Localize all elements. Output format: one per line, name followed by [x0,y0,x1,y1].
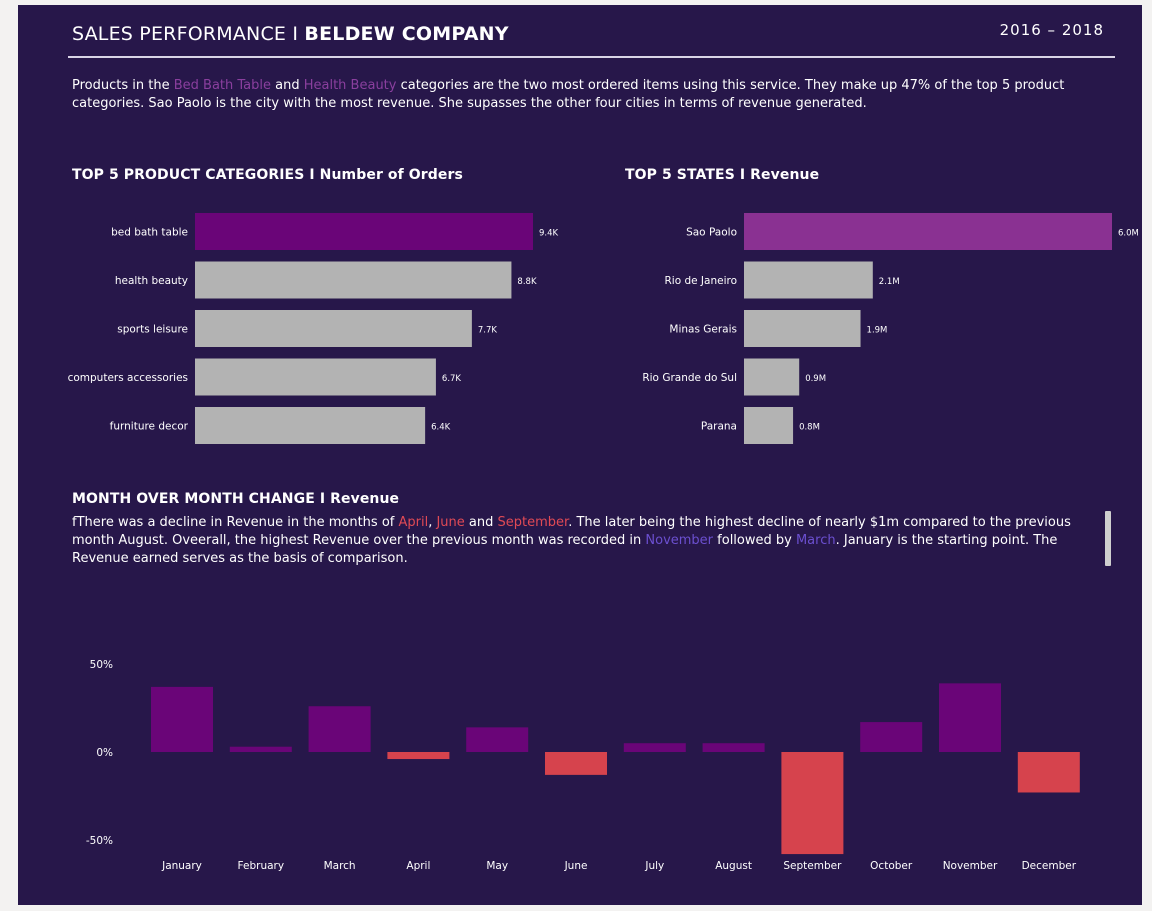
x-tick-label-january: January [161,860,202,872]
intro-text-2: and [271,78,304,93]
data-label-computers-accessories: 6.7K [442,374,462,384]
states-chart-title: TOP 5 STATES I Revenue [625,167,820,183]
mom-red-june: June [436,515,465,530]
intro-highlight-bed-bath: Bed Bath Table [173,78,271,93]
category-label-minas-gerais: Minas Gerais [669,324,737,336]
data-label-parana: 0.8M [799,423,820,433]
column-february [229,746,292,752]
x-tick-label-august: August [715,860,752,872]
categories-bar-chart: bed bath table 9.4K health beauty 8.8K sport… [68,213,559,444]
intro-text: Products in the Bed Bath Table and Healt… [72,77,1122,113]
y-tick-label: 0% [96,747,113,759]
intro-highlight-health-beauty: Health Beauty [303,78,397,93]
category-label-computers-accessories: computers accessories [68,372,188,384]
x-tick-label-march: March [324,860,356,872]
x-tick-label-june: June [564,860,588,872]
mom-red-september: September [497,515,569,530]
mom-text: fThere was a decline in Revenue in the m… [72,514,1082,568]
title-regular: SALES PERFORMANCE I [72,23,305,45]
data-label-sports-leisure: 7.7K [478,326,498,336]
mom-text-5: followed by [713,533,796,548]
column-november [939,683,1001,752]
data-label-rio-grande-do-sul: 0.9M [805,374,826,384]
states-bar-chart: Sao Paolo 6.0M Rio de Janeiro 2.1M Minas Ger… [642,213,1139,444]
bar-sao-paolo [744,213,1112,250]
data-label-minas-gerais: 1.9M [867,326,888,336]
bar-computers-accessories [195,358,436,396]
column-march [308,706,371,752]
bar-rio-grande-do-sul [744,358,800,396]
column-september [781,752,844,855]
x-tick-label-may: May [486,860,508,872]
y-tick-label: 50% [90,659,113,671]
category-label-furniture-decor: furniture decor [110,421,189,433]
data-label-sao-paolo: 6.0M [1118,229,1139,239]
title-company: BELDEW COMPANY [304,23,509,45]
bar-bed-bath-table [195,213,533,250]
category-label-rio-grande-do-sul: Rio Grande do Sul [642,372,737,384]
mom-blue-november: November [645,533,714,548]
category-label-health-beauty: health beauty [115,275,188,287]
column-august [702,743,765,752]
y-tick-label: -50% [86,835,113,847]
bar-minas-gerais [744,310,861,347]
intro-text-1: Products in the [72,78,174,93]
column-may [466,727,529,752]
category-label-parana: Parana [701,421,737,433]
text-scrollbar[interactable] [1105,511,1111,566]
x-tick-label-december: December [1022,860,1077,872]
bar-health-beauty [195,261,512,299]
mom-red-april: April [398,515,429,530]
column-june [545,752,607,775]
mom-chart-title: MONTH OVER MONTH CHANGE I Revenue [72,491,400,507]
report-canvas: SALES PERFORMANCE I BELDEW COMPANY 2016 … [18,5,1142,905]
bar-sports-leisure [195,310,472,347]
data-label-rio-de-janeiro: 2.1M [879,277,900,287]
mom-text-1: fThere was a decline in Revenue in the m… [72,515,399,530]
bar-parana [744,407,794,444]
mom-column-chart: 50% 0% -50% January February March April May Jun… [86,659,1080,872]
x-tick-label-april: April [406,860,430,872]
x-tick-label-november: November [943,860,998,872]
category-label-sports-leisure: sports leisure [117,324,188,336]
date-range: 2016 – 2018 [999,21,1104,39]
mom-text-3: and [464,515,498,530]
x-tick-label-july: July [644,860,664,872]
report-title: SALES PERFORMANCE I BELDEW COMPANY [72,23,509,45]
column-july [623,743,686,752]
data-label-health-beauty: 8.8K [517,277,537,287]
bar-rio-de-janeiro [744,261,873,299]
title-divider [68,56,1115,58]
column-december [1017,752,1080,793]
column-october [860,722,923,752]
x-tick-label-october: October [870,860,913,872]
data-label-furniture-decor: 6.4K [431,423,451,433]
mom-blue-march: March [795,533,836,548]
category-label-sao-paolo: Sao Paolo [686,227,737,239]
bar-furniture-decor [195,407,426,444]
categories-chart-title: TOP 5 PRODUCT CATEGORIES I Number of Ord… [72,167,463,183]
x-tick-label-february: February [238,860,285,872]
x-tick-label-september: September [783,860,842,872]
category-label-bed-bath-table: bed bath table [111,227,188,239]
column-january [151,686,213,752]
data-label-bed-bath-table: 9.4K [539,229,559,239]
category-label-rio-de-janeiro: Rio de Janeiro [664,275,737,287]
column-april [387,752,450,760]
